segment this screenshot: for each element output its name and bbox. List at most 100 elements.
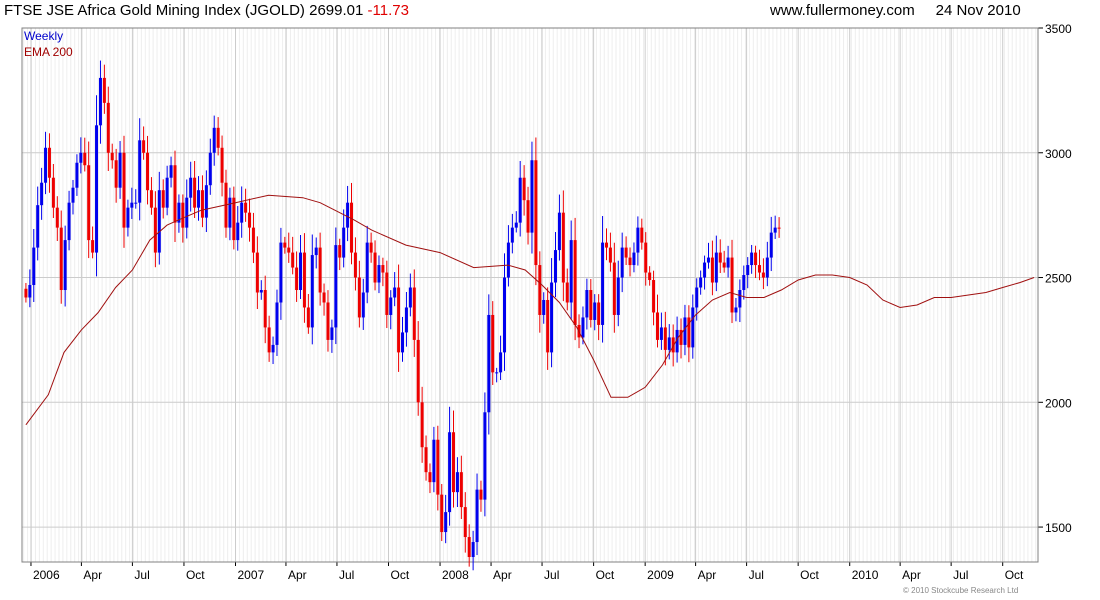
candle-body xyxy=(326,302,330,340)
candle-body xyxy=(608,247,612,263)
x-tick-label: 2008 xyxy=(442,568,469,582)
candle-body xyxy=(157,190,161,253)
candle-body xyxy=(275,302,279,345)
candle-body xyxy=(620,247,624,278)
candle-body xyxy=(612,262,616,315)
candle-body xyxy=(216,127,220,148)
candle-body xyxy=(267,327,271,353)
candle-body xyxy=(499,352,503,373)
candle-body xyxy=(667,337,671,350)
candle-body xyxy=(220,147,224,183)
candle-body xyxy=(106,102,110,153)
candle-body xyxy=(683,317,687,345)
candle-body xyxy=(44,147,48,183)
candle-body xyxy=(503,277,507,353)
candle-body xyxy=(699,277,703,288)
candle-body xyxy=(585,290,589,318)
candle-body xyxy=(436,439,440,495)
candle-body xyxy=(428,472,432,483)
candle-body xyxy=(181,202,185,228)
candle-body xyxy=(173,165,177,223)
candle-body xyxy=(581,317,585,338)
x-tick-label: Oct xyxy=(596,568,615,582)
candle-body xyxy=(506,242,510,278)
candle-body xyxy=(342,227,346,258)
candle-body xyxy=(463,507,467,538)
x-tick-label: Apr xyxy=(698,568,717,582)
candle-body xyxy=(773,227,777,233)
candle-body xyxy=(83,152,87,166)
candle-body xyxy=(204,185,208,218)
candle-body xyxy=(722,262,726,268)
candle-body xyxy=(695,287,699,308)
candle-body xyxy=(534,160,538,266)
candle-body xyxy=(185,197,189,228)
candle-body xyxy=(169,165,173,178)
candle-body xyxy=(455,472,459,493)
candle-body xyxy=(240,202,244,223)
candle-body xyxy=(452,432,456,493)
candle-body xyxy=(757,265,761,273)
candle-body xyxy=(32,247,36,286)
candle-body xyxy=(200,190,204,218)
candle-body xyxy=(51,177,55,208)
candle-body xyxy=(510,227,514,243)
candle-body xyxy=(357,277,361,318)
y-tick-label: 3500 xyxy=(1045,22,1072,36)
candle-body xyxy=(91,240,95,253)
candle-body xyxy=(63,240,67,291)
candle-body xyxy=(197,190,201,208)
candle-body xyxy=(742,275,746,291)
candle-body xyxy=(412,287,416,340)
candle-body xyxy=(597,302,601,325)
candle-body xyxy=(448,432,452,513)
candle-body xyxy=(310,255,314,328)
x-tick-label: Oct xyxy=(800,568,819,582)
candle-body xyxy=(146,152,150,191)
candle-body xyxy=(628,257,632,266)
candle-body xyxy=(691,307,695,348)
candle-body xyxy=(440,494,444,533)
x-tick-label: Jul xyxy=(953,568,968,582)
candle-body xyxy=(75,162,79,188)
candle-body xyxy=(718,252,722,263)
candle-body xyxy=(95,125,99,253)
candle-body xyxy=(299,252,303,291)
candle-body xyxy=(754,252,758,266)
y-tick-label: 3000 xyxy=(1045,147,1072,161)
x-tick-label: Oct xyxy=(186,568,205,582)
candle-body xyxy=(624,247,628,258)
x-tick-label: Apr xyxy=(902,568,921,582)
candle-body xyxy=(593,302,597,320)
candle-body xyxy=(404,307,408,333)
candle-body xyxy=(110,152,114,161)
candle-body xyxy=(153,207,157,253)
candle-body xyxy=(138,140,142,203)
candle-body xyxy=(295,267,299,291)
candle-body xyxy=(314,247,318,256)
candle-body xyxy=(561,212,565,283)
candle-body xyxy=(475,489,479,543)
candle-body xyxy=(750,252,754,266)
x-tick-label: 2006 xyxy=(33,568,60,582)
price-chart: 1500 2000 2500 3000 3500 2006 Apr Jul Oct 2007 Apr… xyxy=(21,22,1072,582)
candle-body xyxy=(648,272,652,281)
candle-body xyxy=(604,242,608,248)
candle-body xyxy=(248,212,252,228)
candle-body xyxy=(361,292,365,318)
candle-body xyxy=(255,252,259,293)
candle-body xyxy=(40,182,44,206)
candle-body xyxy=(122,152,126,228)
candle-body xyxy=(518,177,522,223)
candle-body xyxy=(36,205,40,248)
candle-body xyxy=(738,290,742,308)
candle-body xyxy=(306,307,310,328)
candle-body xyxy=(67,202,71,241)
x-tick-label: Apr xyxy=(83,568,102,582)
x-tick-label: Jul xyxy=(134,568,149,582)
candle-body xyxy=(777,227,781,229)
candle-body xyxy=(471,542,475,558)
candle-body xyxy=(557,212,561,251)
candle-body xyxy=(573,240,577,325)
candle-body xyxy=(236,222,240,241)
